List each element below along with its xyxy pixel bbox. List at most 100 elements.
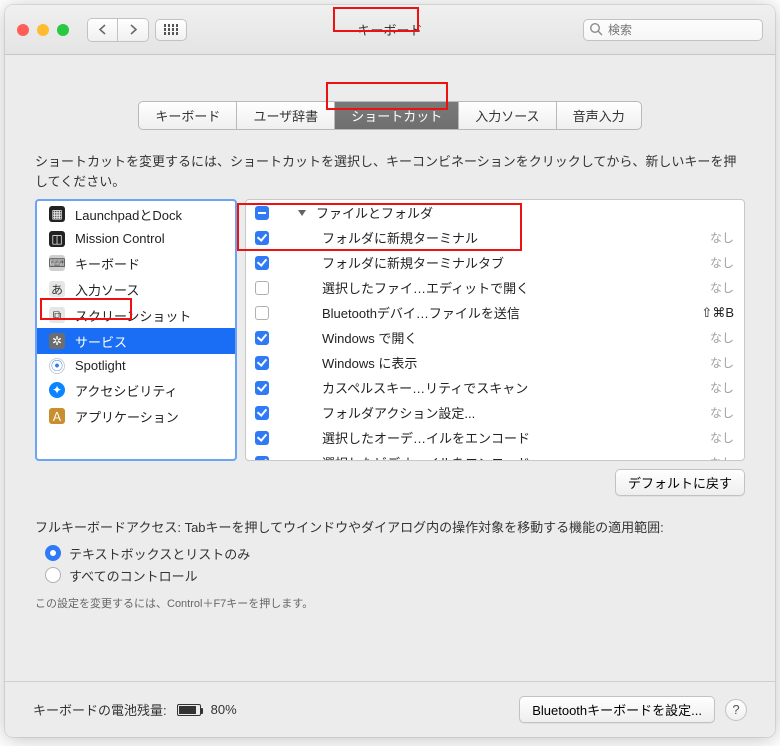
checkbox[interactable] — [255, 456, 269, 462]
shortcut-list[interactable]: ファイルとフォルダ フォルダに新規ターミナルなし フォルダに新規ターミナルタブな… — [245, 199, 745, 461]
radio-button[interactable] — [45, 545, 61, 561]
shortcut-key[interactable]: なし — [710, 379, 734, 396]
category-accessibility[interactable]: ✦ アクセシビリティ — [37, 377, 235, 403]
help-button[interactable]: ? — [725, 699, 747, 721]
fka-option-all-controls[interactable]: すべてのコントロール — [45, 566, 745, 585]
shortcut-key[interactable]: なし — [710, 404, 734, 421]
shortcut-row[interactable]: Windows に表示なし — [246, 350, 744, 375]
window-zoom-button[interactable] — [57, 24, 69, 36]
category-keyboard[interactable]: ⌨ キーボード — [37, 250, 235, 276]
tab-input-sources[interactable]: 入力ソース — [459, 102, 556, 129]
instruction-text: ショートカットを変更するには、ショートカットを選択し、キーコンビネーションをクリ… — [35, 152, 745, 191]
category-app-shortcuts[interactable]: Ａアプリケーション — [37, 403, 235, 429]
fka-hint-text: この設定を変更するには、Control＋F7キーを押します。 — [35, 595, 745, 611]
tab-shortcuts[interactable]: ショートカット — [335, 102, 459, 129]
category-label: スクリーンショット — [75, 306, 191, 325]
shortcut-key[interactable]: ⇧⌘B — [701, 305, 734, 321]
battery-label: キーボードの電池残量: — [33, 700, 167, 719]
tab-keyboard[interactable]: キーボード — [139, 102, 237, 129]
spotlight-icon: ⦿ — [49, 358, 65, 374]
shortcut-key[interactable]: なし — [710, 279, 734, 296]
shortcut-row[interactable]: 選択したファイ…エディットで開くなし — [246, 275, 744, 300]
tab-dictation[interactable]: 音声入力 — [557, 102, 641, 129]
bluetooth-keyboard-setup-button[interactable]: Bluetoothキーボードを設定... — [519, 696, 715, 723]
category-label: アクセシビリティ — [75, 381, 178, 400]
shortcut-label: フォルダに新規ターミナル — [322, 228, 700, 247]
radio-button[interactable] — [45, 567, 61, 583]
shortcut-label: カスペルスキー…リティでスキャン — [322, 378, 700, 397]
keyboard-icon: ⌨ — [49, 255, 65, 271]
shortcut-key[interactable]: なし — [710, 254, 734, 271]
shortcut-key[interactable]: なし — [710, 229, 734, 246]
window-title: キーボード — [345, 17, 434, 42]
tab-text[interactable]: ユーザ辞書 — [237, 102, 335, 129]
radio-label: すべてのコントロール — [69, 566, 198, 585]
forward-button[interactable] — [118, 19, 148, 41]
shortcut-key[interactable]: なし — [710, 329, 734, 346]
group-checkbox[interactable] — [255, 206, 269, 220]
category-spotlight[interactable]: ⦿ Spotlight — [37, 354, 235, 377]
category-screenshot[interactable]: ⧉ スクリーンショット — [37, 302, 235, 328]
category-label: アプリケーション — [75, 407, 179, 426]
fka-option-text-and-lists[interactable]: テキストボックスとリストのみ — [45, 544, 745, 563]
battery-icon — [177, 704, 201, 716]
shortcut-label: フォルダアクション設定... — [322, 403, 700, 422]
checkbox[interactable] — [255, 231, 269, 245]
screenshot-icon: ⧉ — [49, 307, 65, 323]
category-label: LaunchpadとDock — [75, 205, 182, 224]
checkbox[interactable] — [255, 281, 269, 295]
checkbox[interactable] — [255, 431, 269, 445]
shortcut-row[interactable]: 選択したビデオ…イルをエンコード なし — [246, 450, 744, 461]
accessibility-icon: ✦ — [49, 382, 65, 398]
shortcut-key[interactable]: なし — [710, 429, 734, 446]
shortcut-row[interactable]: フォルダに新規ターミナルなし — [246, 225, 744, 250]
checkbox[interactable] — [255, 331, 269, 345]
disclosure-triangle-icon[interactable] — [298, 210, 306, 216]
restore-defaults-button[interactable]: デフォルトに戻す — [615, 469, 745, 496]
shortcut-label: 選択したファイ…エディットで開く — [322, 278, 700, 297]
shortcut-key[interactable]: なし — [710, 454, 734, 461]
category-label: Spotlight — [75, 358, 126, 373]
category-label: サービス — [75, 332, 127, 351]
category-launchpad-dock[interactable]: ▦ LaunchpadとDock — [37, 201, 235, 227]
full-keyboard-access-desc: フルキーボードアクセス: Tabキーを押してウインドウやダイアログ内の操作対象を… — [35, 518, 745, 538]
chevron-right-icon — [129, 24, 138, 35]
checkbox[interactable] — [255, 306, 269, 320]
show-all-prefs-button[interactable] — [155, 19, 187, 41]
category-label: Mission Control — [75, 231, 165, 246]
shortcut-row[interactable]: カスペルスキー…リティでスキャンなし — [246, 375, 744, 400]
category-mission-control[interactable]: ◫ Mission Control — [37, 227, 235, 250]
category-label: キーボード — [75, 254, 140, 273]
shortcut-label: Windows で開く — [322, 328, 700, 347]
checkbox[interactable] — [255, 356, 269, 370]
search-icon — [589, 22, 603, 36]
shortcut-row[interactable]: フォルダに新規ターミナルタブなし — [246, 250, 744, 275]
shortcut-row[interactable]: フォルダアクション設定... なし — [246, 400, 744, 425]
shortcut-row[interactable]: Windows で開くなし — [246, 325, 744, 350]
shortcut-group-row[interactable]: ファイルとフォルダ — [246, 200, 744, 225]
radio-label: テキストボックスとリストのみ — [69, 544, 250, 563]
shortcut-label: Bluetoothデバイ…ファイルを送信 — [322, 303, 691, 322]
mission-control-icon: ◫ — [49, 231, 65, 247]
gear-icon: ✲ — [49, 333, 65, 349]
checkbox[interactable] — [255, 381, 269, 395]
shortcut-key[interactable]: なし — [710, 354, 734, 371]
grid-icon — [164, 24, 179, 35]
window-minimize-button[interactable] — [37, 24, 49, 36]
launchpad-icon: ▦ — [49, 206, 65, 222]
category-input-sources[interactable]: あ入力ソース — [37, 276, 235, 302]
shortcut-row[interactable]: Bluetoothデバイ…ファイルを送信 ⇧⌘B — [246, 300, 744, 325]
checkbox[interactable] — [255, 406, 269, 420]
shortcut-label: 選択したビデオ…イルをエンコード — [322, 453, 700, 461]
shortcut-label: 選択したオーデ…イルをエンコード — [322, 428, 700, 447]
category-list[interactable]: ▦LaunchpadとDock ◫Mission Control ⌨キーボード … — [35, 199, 237, 461]
category-services[interactable]: ✲ サービス — [37, 328, 235, 354]
shortcut-row[interactable]: 選択したオーデ…イルをエンコードなし — [246, 425, 744, 450]
shortcut-label: Windows に表示 — [322, 353, 700, 372]
group-label: ファイルとフォルダ — [316, 203, 734, 222]
back-button[interactable] — [88, 19, 118, 41]
checkbox[interactable] — [255, 256, 269, 270]
chevron-left-icon — [98, 24, 107, 35]
search-input[interactable] — [583, 19, 763, 41]
window-close-button[interactable] — [17, 24, 29, 36]
